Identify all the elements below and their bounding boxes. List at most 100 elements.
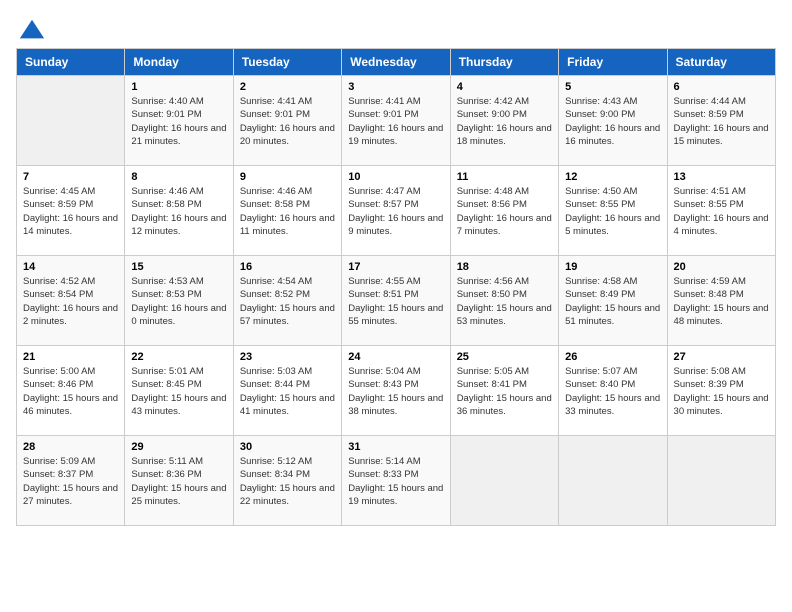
day-number: 26 (565, 351, 660, 363)
day-number: 9 (240, 171, 335, 183)
day-number: 23 (240, 351, 335, 363)
day-number: 8 (131, 171, 226, 183)
calendar-cell (559, 436, 667, 526)
day-info: Sunrise: 4:56 AMSunset: 8:50 PMDaylight:… (457, 275, 552, 328)
calendar-cell (450, 436, 558, 526)
calendar-cell: 10 Sunrise: 4:47 AMSunset: 8:57 PMDayligh… (342, 166, 450, 256)
day-number: 10 (348, 171, 443, 183)
calendar-cell: 19 Sunrise: 4:58 AMSunset: 8:49 PMDayligh… (559, 256, 667, 346)
day-number: 4 (457, 81, 552, 93)
calendar-cell: 2 Sunrise: 4:41 AMSunset: 9:01 PMDaylight… (233, 76, 341, 166)
calendar-cell: 31Sunrise: 5:14 AMSunset: 8:33 PMDayligh… (342, 436, 450, 526)
day-info: Sunrise: 4:58 AMSunset: 8:49 PMDaylight:… (565, 275, 660, 328)
day-info: Sunrise: 5:12 AMSunset: 8:34 PMDaylight:… (240, 455, 335, 508)
day-number: 28 (23, 441, 118, 453)
calendar-cell: 20 Sunrise: 4:59 AMSunset: 8:48 PMDayligh… (667, 256, 775, 346)
header-tuesday: Tuesday (233, 49, 341, 76)
calendar-cell: 1Sunrise: 4:40 AMSunset: 9:01 PMDaylight… (125, 76, 233, 166)
calendar-body: 1Sunrise: 4:40 AMSunset: 9:01 PMDaylight… (17, 76, 776, 526)
day-info: Sunrise: 5:04 AMSunset: 8:43 PMDaylight:… (348, 365, 443, 418)
header-thursday: Thursday (450, 49, 558, 76)
day-info: Sunrise: 4:53 AMSunset: 8:53 PMDaylight:… (131, 275, 226, 328)
calendar-cell: 7Sunrise: 4:45 AMSunset: 8:59 PMDaylight… (17, 166, 125, 256)
calendar-cell (17, 76, 125, 166)
day-info: Sunrise: 4:50 AMSunset: 8:55 PMDaylight:… (565, 185, 660, 238)
calendar-cell: 9 Sunrise: 4:46 AMSunset: 8:58 PMDaylight… (233, 166, 341, 256)
calendar-cell: 27 Sunrise: 5:08 AMSunset: 8:39 PMDayligh… (667, 346, 775, 436)
calendar-cell: 11 Sunrise: 4:48 AMSunset: 8:56 PMDayligh… (450, 166, 558, 256)
calendar-week-3: 14 Sunrise: 4:52 AMSunset: 8:54 PMDayligh… (17, 256, 776, 346)
day-info: Sunrise: 5:00 AMSunset: 8:46 PMDaylight:… (23, 365, 118, 418)
day-number: 19 (565, 261, 660, 273)
day-info: Sunrise: 4:51 AMSunset: 8:55 PMDaylight:… (674, 185, 769, 238)
day-info: Sunrise: 4:48 AMSunset: 8:56 PMDaylight:… (457, 185, 552, 238)
day-number: 13 (674, 171, 769, 183)
day-number: 6 (674, 81, 769, 93)
calendar-cell: 14 Sunrise: 4:52 AMSunset: 8:54 PMDayligh… (17, 256, 125, 346)
day-info: Sunrise: 4:59 AMSunset: 8:48 PMDaylight:… (674, 275, 769, 328)
day-info: Sunrise: 4:52 AMSunset: 8:54 PMDaylight:… (23, 275, 118, 328)
day-number: 11 (457, 171, 552, 183)
day-info: Sunrise: 4:47 AMSunset: 8:57 PMDaylight:… (348, 185, 443, 238)
day-number: 30 (240, 441, 335, 453)
day-info: Sunrise: 4:54 AMSunset: 8:52 PMDaylight:… (240, 275, 335, 328)
calendar-cell: 5Sunrise: 4:43 AMSunset: 9:00 PMDaylight… (559, 76, 667, 166)
day-info: Sunrise: 5:01 AMSunset: 8:45 PMDaylight:… (131, 365, 226, 418)
calendar-cell: 13 Sunrise: 4:51 AMSunset: 8:55 PMDayligh… (667, 166, 775, 256)
day-number: 7 (23, 171, 118, 183)
day-number: 20 (674, 261, 769, 273)
day-number: 2 (240, 81, 335, 93)
day-info: Sunrise: 5:03 AMSunset: 8:44 PMDaylight:… (240, 365, 335, 418)
day-info: Sunrise: 4:43 AMSunset: 9:00 PMDaylight:… (565, 95, 660, 148)
header-wednesday: Wednesday (342, 49, 450, 76)
day-info: Sunrise: 4:46 AMSunset: 8:58 PMDaylight:… (240, 185, 335, 238)
day-number: 1 (131, 81, 226, 93)
calendar-header-row: SundayMondayTuesdayWednesdayThursdayFrid… (17, 49, 776, 76)
day-info: Sunrise: 5:09 AMSunset: 8:37 PMDaylight:… (23, 455, 118, 508)
logo-general (16, 16, 46, 44)
header-monday: Monday (125, 49, 233, 76)
day-number: 24 (348, 351, 443, 363)
day-number: 17 (348, 261, 443, 273)
day-number: 22 (131, 351, 226, 363)
day-number: 12 (565, 171, 660, 183)
logo (16, 16, 46, 44)
day-number: 29 (131, 441, 226, 453)
day-number: 15 (131, 261, 226, 273)
calendar-cell: 6 Sunrise: 4:44 AMSunset: 8:59 PMDaylight… (667, 76, 775, 166)
day-info: Sunrise: 4:41 AMSunset: 9:01 PMDaylight:… (348, 95, 443, 148)
day-info: Sunrise: 5:08 AMSunset: 8:39 PMDaylight:… (674, 365, 769, 418)
calendar-cell: 18Sunrise: 4:56 AMSunset: 8:50 PMDayligh… (450, 256, 558, 346)
calendar-cell: 15 Sunrise: 4:53 AMSunset: 8:53 PMDayligh… (125, 256, 233, 346)
header-saturday: Saturday (667, 49, 775, 76)
day-info: Sunrise: 5:11 AMSunset: 8:36 PMDaylight:… (131, 455, 226, 508)
calendar-cell: 12 Sunrise: 4:50 AMSunset: 8:55 PMDayligh… (559, 166, 667, 256)
calendar-cell: 16 Sunrise: 4:54 AMSunset: 8:52 PMDayligh… (233, 256, 341, 346)
calendar-table: SundayMondayTuesdayWednesdayThursdayFrid… (16, 48, 776, 526)
day-info: Sunrise: 4:44 AMSunset: 8:59 PMDaylight:… (674, 95, 769, 148)
day-number: 27 (674, 351, 769, 363)
day-number: 21 (23, 351, 118, 363)
calendar-week-1: 1Sunrise: 4:40 AMSunset: 9:01 PMDaylight… (17, 76, 776, 166)
calendar-cell: 29 Sunrise: 5:11 AMSunset: 8:36 PMDayligh… (125, 436, 233, 526)
day-number: 25 (457, 351, 552, 363)
calendar-cell: 23 Sunrise: 5:03 AMSunset: 8:44 PMDayligh… (233, 346, 341, 436)
day-number: 3 (348, 81, 443, 93)
day-info: Sunrise: 4:42 AMSunset: 9:00 PMDaylight:… (457, 95, 552, 148)
header-friday: Friday (559, 49, 667, 76)
calendar-week-4: 21 Sunrise: 5:00 AMSunset: 8:46 PMDayligh… (17, 346, 776, 436)
day-number: 31 (348, 441, 443, 453)
calendar-cell: 28 Sunrise: 5:09 AMSunset: 8:37 PMDayligh… (17, 436, 125, 526)
calendar-cell: 4 Sunrise: 4:42 AMSunset: 9:00 PMDaylight… (450, 76, 558, 166)
calendar-cell: 24 Sunrise: 5:04 AMSunset: 8:43 PMDayligh… (342, 346, 450, 436)
header-sunday: Sunday (17, 49, 125, 76)
day-number: 14 (23, 261, 118, 273)
day-number: 16 (240, 261, 335, 273)
calendar-cell: 26Sunrise: 5:07 AMSunset: 8:40 PMDayligh… (559, 346, 667, 436)
day-info: Sunrise: 4:41 AMSunset: 9:01 PMDaylight:… (240, 95, 335, 148)
logo-icon (18, 16, 46, 44)
calendar-cell: 25 Sunrise: 5:05 AMSunset: 8:41 PMDayligh… (450, 346, 558, 436)
day-info: Sunrise: 4:46 AMSunset: 8:58 PMDaylight:… (131, 185, 226, 238)
day-info: Sunrise: 4:55 AMSunset: 8:51 PMDaylight:… (348, 275, 443, 328)
day-info: Sunrise: 5:05 AMSunset: 8:41 PMDaylight:… (457, 365, 552, 418)
